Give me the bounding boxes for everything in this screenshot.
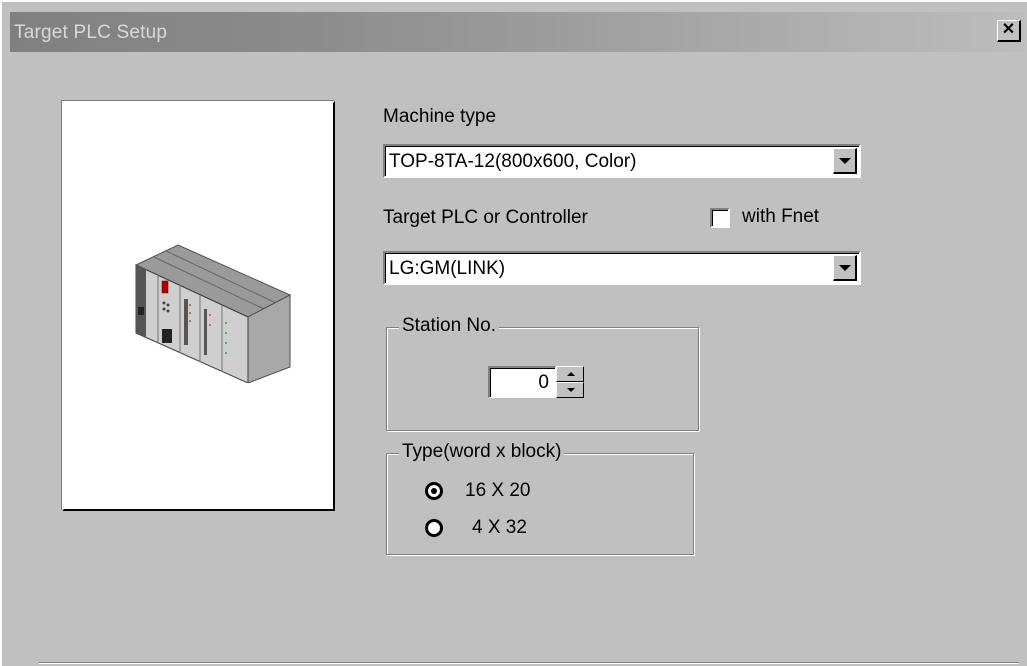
with-fnet-label[interactable]: with Fnet [742,206,819,228]
title-bar[interactable]: Target PLC Setup ✕ [10,12,1025,52]
plc-rack-icon [134,244,292,383]
station-no-input[interactable]: 0 [488,366,556,398]
radio-selected-dot [431,488,437,494]
window-title: Target PLC Setup [14,22,168,43]
close-button[interactable]: ✕ [997,20,1021,42]
target-plc-value: LG:GM(LINK) [389,258,506,279]
type-4x32-radio[interactable] [425,519,443,537]
type-16x20-radio[interactable] [425,482,443,500]
close-icon: ✕ [1001,21,1016,38]
station-no-legend: Station No. [399,315,499,337]
station-no-value: 0 [538,372,549,393]
target-plc-dropdown-button[interactable] [833,255,857,281]
divider-line [39,662,1019,664]
station-no-decrement-button[interactable] [556,382,584,398]
machine-type-value: TOP-8TA-12(800x600, Color) [389,151,637,172]
type-16x20-label[interactable]: 16 X 20 [465,480,531,502]
station-no-increment-button[interactable] [556,366,584,382]
machine-type-label: Machine type [383,106,497,127]
target-plc-label: Target PLC or Controller [383,207,588,228]
machine-type-dropdown-button[interactable] [833,148,857,174]
type-4x32-label[interactable]: 4 X 32 [472,517,527,539]
with-fnet-checkbox[interactable] [710,208,730,228]
plc-preview-panel [62,101,335,511]
type-word-block-legend: Type(word x block) [399,441,565,463]
target-plc-select[interactable]: LG:GM(LINK) [383,251,861,285]
type-word-block-group: Type(word x block) [386,441,694,555]
target-plc-setup-dialog: Target PLC Setup ✕ Machine type TOP-8TA-… [0,0,1027,666]
machine-type-select[interactable]: TOP-8TA-12(800x600, Color) [383,144,861,178]
